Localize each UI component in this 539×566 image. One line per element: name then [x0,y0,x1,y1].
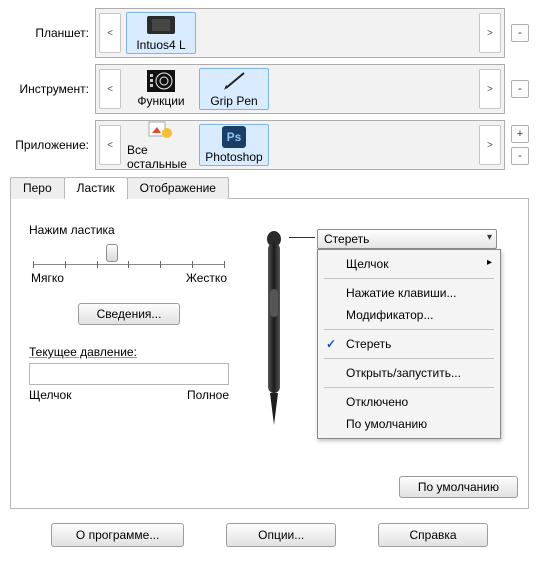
current-pressure-label: Текущее давление: [29,345,229,359]
slider-thumb[interactable] [106,244,118,262]
details-button[interactable]: Сведения... [78,303,181,325]
tablet-item-label: Intuos4 L [136,38,185,52]
tool-remove-button[interactable]: - [511,80,529,98]
tool-item-label: Функции [137,94,184,108]
app-item-others[interactable]: Все остальные [126,124,196,166]
tab-mapping[interactable]: Отображение [127,177,229,199]
tablet-prev-button[interactable]: < [99,13,121,53]
pressure-full-label: Полное [187,388,229,402]
tool-prev-button[interactable]: < [99,69,121,109]
functions-icon [145,70,177,92]
menu-item-default[interactable]: По умолчанию [318,413,500,435]
tool-item-grippen[interactable]: Grip Pen [199,68,269,110]
tool-next-button[interactable]: > [479,69,501,109]
tablet-icon [145,14,177,36]
tab-pen[interactable]: Перо [10,177,65,199]
menu-item-erase[interactable]: ✓Стереть [318,333,500,355]
tab-bar: Перо Ластик Отображение [10,176,529,199]
slider-hard-label: Жестко [186,271,227,285]
tablet-next-button[interactable]: > [479,13,501,53]
tool-item-label: Grip Pen [210,94,257,108]
current-pressure-meter [29,363,229,385]
stylus-icon [259,229,289,429]
app-selector: < Все остальные Ps Photoshop > [95,120,505,170]
app-remove-button[interactable]: - [511,147,529,165]
eraser-pressure-title: Нажим ластика [29,223,229,237]
tablet-label: Планшет: [10,26,95,40]
photoshop-icon: Ps [218,126,250,148]
eraser-pressure-slider[interactable] [33,243,225,265]
about-button[interactable]: О программе... [51,523,184,547]
app-add-button[interactable]: + [511,125,529,143]
options-button[interactable]: Опции... [226,523,336,547]
menu-item-open[interactable]: Открыть/запустить... [318,362,500,384]
tool-item-functions[interactable]: Функции [126,68,196,110]
pen-connector-line [289,237,315,238]
app-prev-button[interactable]: < [99,125,121,165]
tablet-selector: < Intuos4 L > [95,8,505,58]
app-label: Приложение: [10,138,95,152]
tab-pane-eraser: Нажим ластика Мягко Жестко Сведения... Т… [10,199,529,509]
tablet-remove-button[interactable]: - [511,24,529,42]
apps-icon [145,119,177,141]
menu-item-keypress[interactable]: Нажатие клавиши... [318,282,500,304]
app-item-label: Все остальные [127,143,195,171]
eraser-action-menu: Щелчок▸ Нажатие клавиши... Модификатор..… [317,249,501,439]
tab-eraser[interactable]: Ластик [64,177,128,199]
menu-item-disabled[interactable]: Отключено [318,391,500,413]
menu-item-modifier[interactable]: Модификатор... [318,304,500,326]
app-item-label: Photoshop [205,150,262,164]
eraser-action-combo[interactable]: Стереть Щелчок▸ Нажатие клавиши... Модиф… [317,229,497,249]
svg-text:Ps: Ps [227,130,242,144]
combo-value: Стереть [324,232,369,246]
tool-selector: < Функции Grip Pen > [95,64,505,114]
app-item-photoshop[interactable]: Ps Photoshop [199,124,269,166]
pen-icon [218,70,250,92]
app-next-button[interactable]: > [479,125,501,165]
default-button[interactable]: По умолчанию [399,476,518,498]
help-button[interactable]: Справка [378,523,488,547]
menu-item-click[interactable]: Щелчок▸ [318,253,500,275]
slider-soft-label: Мягко [31,271,64,285]
tablet-item-intuos4[interactable]: Intuos4 L [126,12,196,54]
pressure-click-label: Щелчок [29,388,71,402]
tool-label: Инструмент: [10,82,95,96]
